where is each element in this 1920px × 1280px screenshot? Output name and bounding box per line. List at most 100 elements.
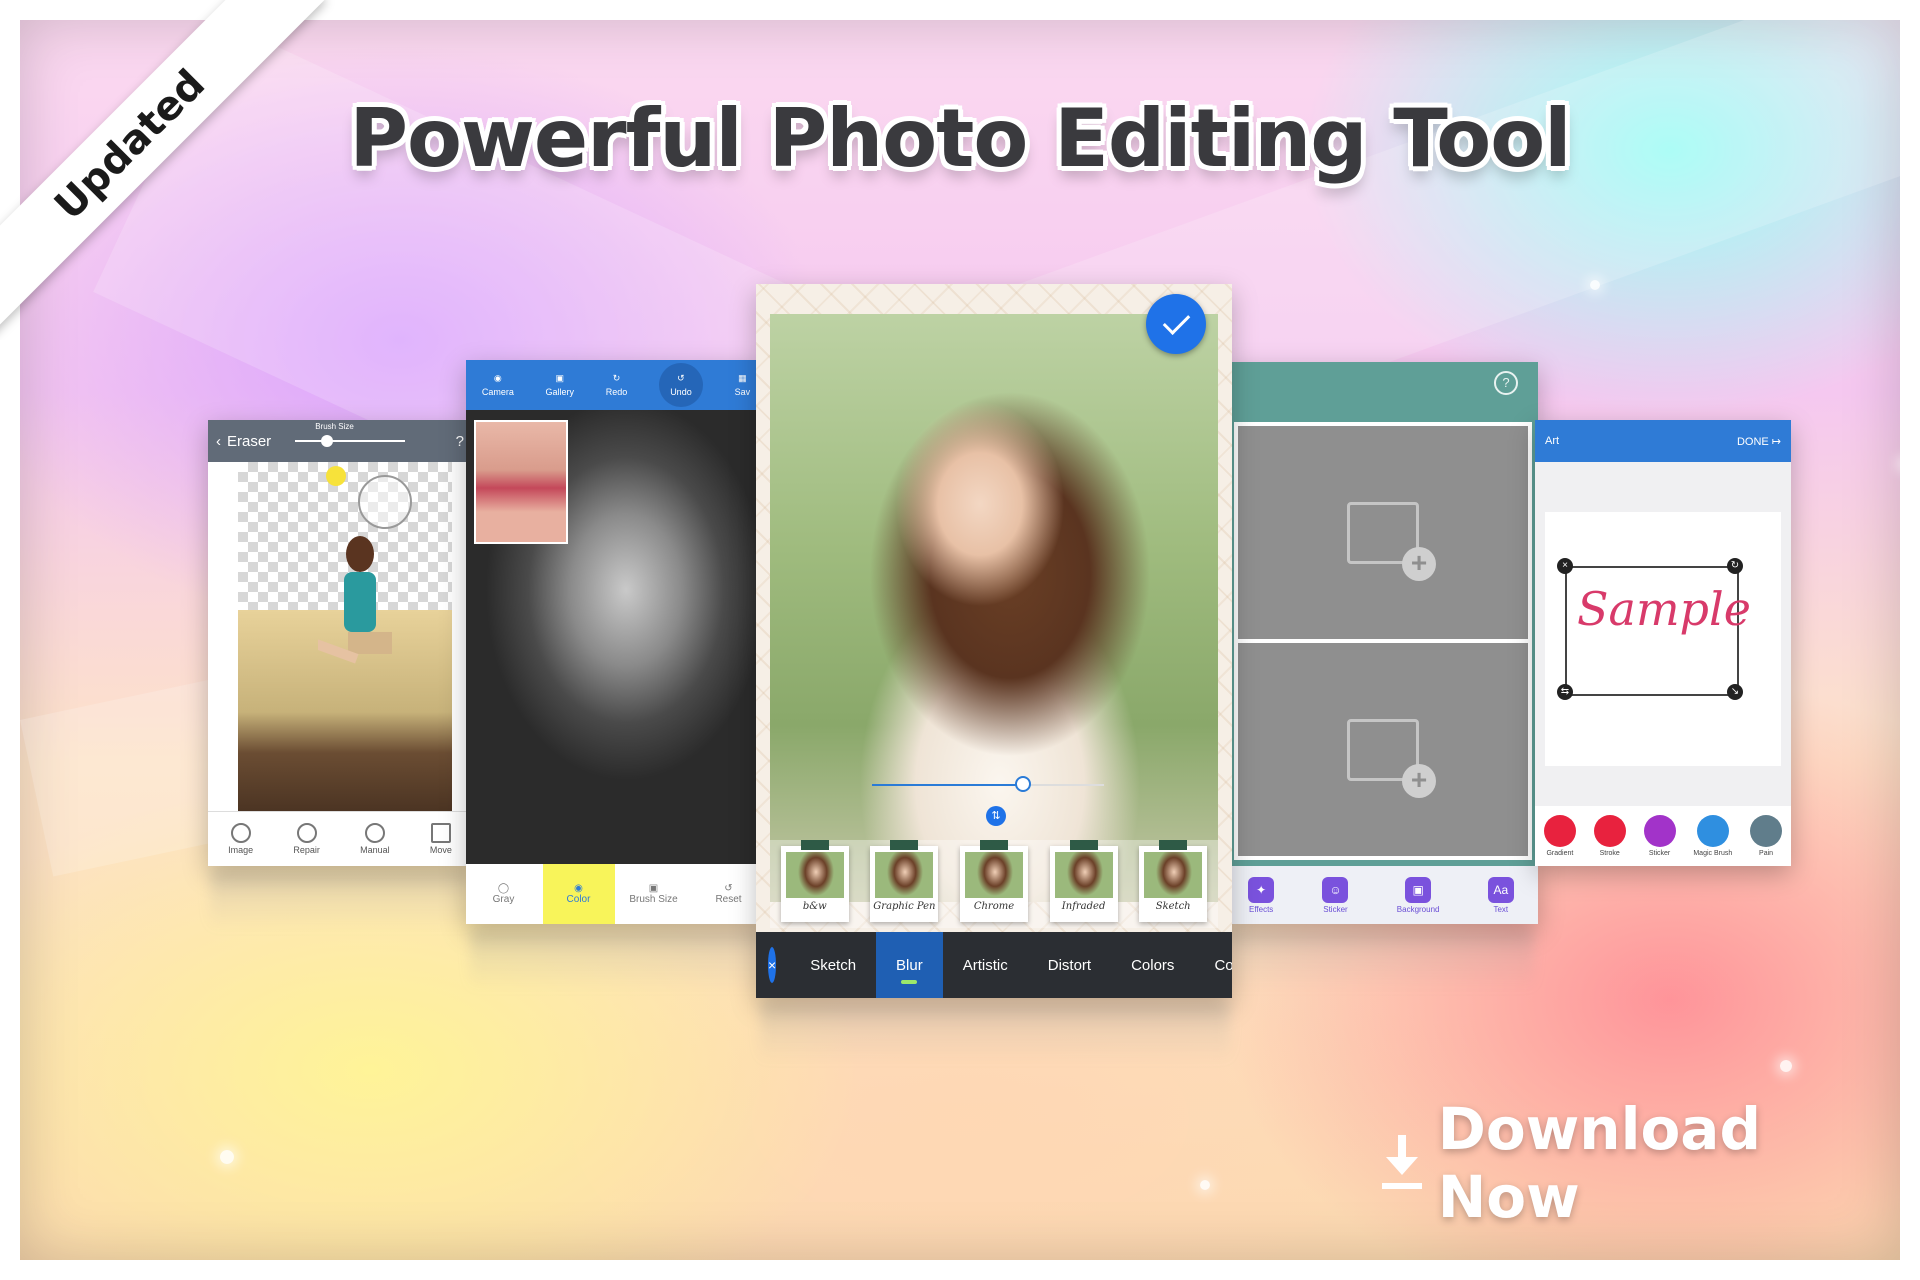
sparkle [1200, 1180, 1210, 1190]
color-toolbar: ◉ Camera ▣ Gallery ↻ Redo ↺ Undo ▦ Sav [466, 360, 766, 410]
tool-sticker[interactable]: ☺ Sticker [1322, 876, 1349, 914]
download-icon [1380, 1135, 1424, 1191]
tool-repair[interactable]: Repair [293, 823, 320, 855]
download-now-link[interactable]: Download Now [1380, 1095, 1920, 1231]
offset-handle[interactable] [326, 466, 346, 486]
eraser-tools: Image Repair Manual Move [208, 811, 472, 866]
tool-move[interactable]: Move [430, 823, 452, 855]
tool-background[interactable]: ▣ Background [1397, 876, 1439, 914]
tab-distort[interactable]: Distort [1028, 932, 1111, 998]
tool-image[interactable]: Image [228, 823, 253, 855]
tool-color[interactable]: ◉ Color [542, 864, 615, 924]
tab-colors[interactable]: Colors [1111, 932, 1194, 998]
art-tools: Gradient Stroke Sticker Magic Brush Pain [1535, 806, 1791, 866]
undo-button[interactable]: ↺ Undo [658, 363, 703, 407]
gallery-icon: ▣ [555, 373, 565, 383]
slider-fill [872, 784, 1023, 786]
save-button[interactable]: ▦ Sav [735, 373, 751, 397]
camera-button[interactable]: ◉ Camera [482, 373, 514, 397]
collage-toolbar: ? [1224, 362, 1538, 404]
filter-thumb[interactable]: Infraded [1049, 840, 1118, 922]
close-icon[interactable]: × [1557, 558, 1573, 574]
filter-preview [1144, 852, 1203, 898]
sample-text[interactable]: Sample [1577, 582, 1751, 636]
tool-paint[interactable]: Pain [1750, 815, 1783, 857]
collage-screen: ? + + ✦ Effects ☺ Sticker ▣ Background Aa Te… [1224, 362, 1538, 924]
smiley-icon: ☺ [1322, 876, 1349, 903]
confirm-button[interactable] [1146, 294, 1206, 354]
art-title: Art [1545, 435, 1560, 447]
filter-thumb[interactable]: Sketch [1139, 840, 1208, 922]
slider-knob[interactable] [321, 435, 334, 447]
magic-wand-icon: ✦ [1248, 876, 1275, 903]
close-button[interactable]: × [768, 947, 777, 983]
download-label: Download Now [1437, 1095, 1761, 1231]
blur-slider[interactable] [872, 776, 1104, 792]
updated-badge: Updated [45, 60, 215, 230]
back-icon[interactable]: ‹ [216, 433, 221, 450]
tool-reset[interactable]: ↺ Reset [693, 864, 765, 924]
tool-gradient[interactable]: Gradient [1543, 815, 1576, 857]
gallery-button[interactable]: ▣ Gallery [546, 373, 575, 397]
tool-text[interactable]: Aa Text [1487, 876, 1514, 914]
tool-manual[interactable]: Manual [360, 823, 390, 855]
clip [800, 840, 829, 850]
gray-icon: ◯ [497, 883, 510, 894]
brush-preview-circle [358, 475, 412, 529]
tool-effects[interactable]: ✦ Effects [1248, 876, 1275, 914]
filter-label: Sketch [1155, 901, 1191, 912]
redo-button[interactable]: ↻ Redo [606, 373, 628, 397]
image-icon [230, 823, 251, 843]
rotate-icon[interactable]: ↻ [1727, 558, 1743, 574]
filter-label: Graphic Pen [873, 901, 936, 912]
done-button[interactable]: DONE ↦ [1737, 435, 1781, 448]
art-canvas: Sample × ↻ ⇆ ↘ [1545, 512, 1781, 766]
color-tools: ◯ Gray ◉ Color ▣ Brush Size ↺ Reset [466, 864, 766, 924]
person-silhouette [318, 536, 392, 664]
tool-brush-size[interactable]: ▣ Brush Size [618, 864, 690, 924]
main-editor-screen: ⇅ b&w Graphic Pen Chrome Infraded Sketch… [756, 284, 1232, 998]
collage-slot[interactable]: + [1238, 426, 1528, 639]
flip-icon[interactable]: ⇆ [1557, 684, 1573, 700]
filter-preview [1054, 852, 1113, 898]
eraser-toolbar: ‹ Eraser Brush Size ? [208, 420, 472, 462]
filter-thumb[interactable]: Chrome [959, 840, 1028, 922]
undo-icon: ↺ [677, 373, 685, 383]
help-icon[interactable]: ? [1494, 371, 1518, 395]
camera-icon: ◉ [493, 373, 502, 383]
resize-icon[interactable]: ↘ [1727, 684, 1743, 700]
reset-icon: ↺ [724, 883, 733, 894]
tool-sticker[interactable]: Sticker [1643, 815, 1676, 857]
tab-blur[interactable]: Blur [876, 932, 943, 998]
redo-icon: ↻ [612, 373, 621, 383]
slider-knob[interactable] [1014, 776, 1031, 792]
collapse-icon[interactable]: ⇅ [986, 806, 1006, 826]
tool-stroke[interactable]: Stroke [1593, 815, 1626, 857]
filter-strip: b&w Graphic Pen Chrome Infraded Sketch [770, 840, 1218, 928]
collage-slot[interactable]: + [1238, 643, 1528, 856]
eraser-screen: ‹ Eraser Brush Size ? Image Repair Manua… [208, 420, 472, 866]
tab-more[interactable]: Co [1194, 932, 1232, 998]
paint-icon [1750, 815, 1783, 847]
circle-icon [364, 823, 385, 843]
filter-preview [964, 852, 1023, 898]
help-icon[interactable]: ? [456, 433, 464, 450]
tool-magic-brush[interactable]: Magic Brush [1693, 815, 1732, 857]
color-splash-screen: ◉ Camera ▣ Gallery ↻ Redo ↺ Undo ▦ Sav ◯ Gray … [466, 360, 766, 924]
tab-sketch[interactable]: Sketch [790, 932, 876, 998]
sparkle [220, 1150, 234, 1164]
filter-thumb[interactable]: Graphic Pen [870, 840, 939, 922]
brush-icon [296, 823, 317, 843]
collage-grid: + + [1234, 422, 1532, 860]
filter-label: b&w [802, 901, 827, 912]
check-icon [1162, 307, 1190, 335]
clip [979, 840, 1008, 850]
brush-size-slider[interactable]: Brush Size [295, 422, 406, 447]
tab-artistic[interactable]: Artistic [943, 932, 1028, 998]
clip [890, 840, 919, 850]
tool-gray[interactable]: ◯ Gray [468, 864, 540, 924]
text-art-screen: Art DONE ↦ Sample × ↻ ⇆ ↘ Gradient Strok… [1535, 420, 1791, 866]
collage-tools: ✦ Effects ☺ Sticker ▣ Background Aa Text [1224, 866, 1538, 924]
filter-thumb[interactable]: b&w [780, 840, 849, 922]
filter-preview [785, 852, 844, 898]
